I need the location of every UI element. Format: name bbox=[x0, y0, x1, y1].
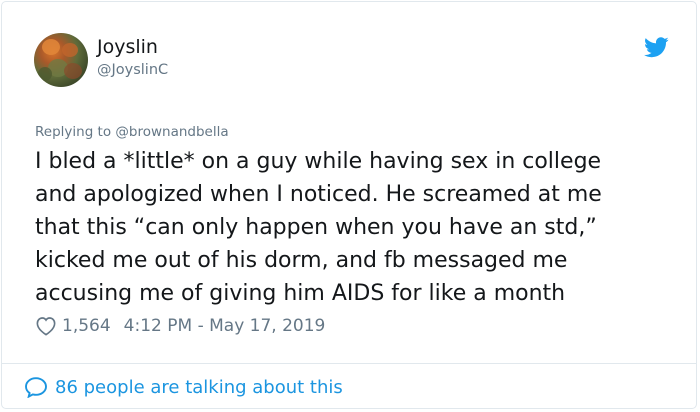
timestamp[interactable]: 4:12 PM - May 17, 2019 bbox=[124, 316, 326, 336]
conversation-link-label: 86 people are talking about this bbox=[55, 376, 343, 398]
twitter-bird-icon[interactable] bbox=[644, 37, 669, 58]
conversation-link[interactable]: 86 people are talking about this bbox=[24, 376, 343, 398]
reply-context[interactable]: Replying to @brownandbella bbox=[35, 123, 229, 141]
divider bbox=[2, 363, 696, 364]
author-handle[interactable]: @JoyslinC bbox=[97, 61, 168, 79]
tweet-text: I bled a *little* on a guy while having … bbox=[35, 149, 602, 306]
heart-icon[interactable] bbox=[35, 316, 57, 336]
avatar[interactable] bbox=[34, 33, 88, 87]
speech-bubble-icon bbox=[25, 377, 47, 398]
like-count[interactable]: 1,564 bbox=[62, 316, 111, 336]
tweet-meta: 1,564 4:12 PM - May 17, 2019 bbox=[35, 315, 325, 337]
author-display-name[interactable]: Joyslin bbox=[97, 35, 158, 59]
tweet-card: Joyslin @JoyslinC Replying to @brownandb… bbox=[1, 1, 697, 409]
